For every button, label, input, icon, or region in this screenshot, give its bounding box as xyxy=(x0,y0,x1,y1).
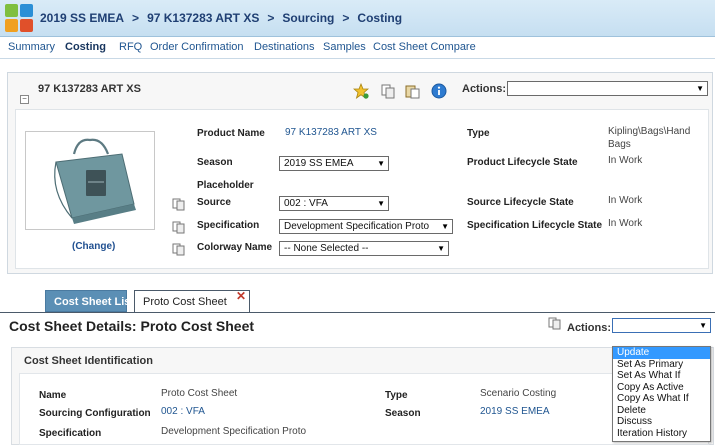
nav-costing[interactable]: Costing xyxy=(65,41,106,53)
specification-label: Specification xyxy=(197,220,260,231)
source-lifecycle-value: In Work xyxy=(608,195,643,206)
source-select[interactable]: 002 : VFA ▼ xyxy=(279,196,389,211)
nav-rfq[interactable]: RFQ xyxy=(119,41,142,53)
change-image-link[interactable]: (Change) xyxy=(72,241,115,252)
cost-sheet-actions-select[interactable]: ▼ xyxy=(612,318,711,333)
copy-source-icon[interactable] xyxy=(172,198,186,211)
menu-item-copy-as-what-if[interactable]: Copy As What If xyxy=(613,393,710,405)
product-name-label: Product Name xyxy=(197,128,265,139)
nav-summary[interactable]: Summary xyxy=(8,41,55,53)
type-label: Type xyxy=(467,128,490,139)
chevron-down-icon: ▼ xyxy=(699,321,707,330)
product-image xyxy=(25,131,155,230)
copy-cost-sheet-icon[interactable] xyxy=(548,317,562,330)
placeholder-label: Placeholder xyxy=(197,180,254,191)
cost-sheet-identification-panel: Cost Sheet Identification xyxy=(11,347,714,445)
menu-item-delete[interactable]: Delete xyxy=(613,405,710,417)
app-logo-icon[interactable] xyxy=(5,4,33,32)
source-lifecycle-label: Source Lifecycle State xyxy=(467,197,574,208)
cost-sheet-actions-label: Actions: xyxy=(567,322,611,334)
app-header: 2019 SS EMEA >97 K137283 ART XS > Sourcing >… xyxy=(0,0,715,37)
copy-icon[interactable] xyxy=(380,83,396,99)
product-title: 97 K137283 ART XS xyxy=(38,83,141,95)
breadcrumb-costing[interactable]: Costing xyxy=(357,11,402,25)
type-value-line2: Bags xyxy=(608,139,631,150)
copy-specification-icon[interactable] xyxy=(172,221,186,234)
colorway-label: Colorway Name xyxy=(197,242,273,253)
section-nav: Summary Costing RFQ Order Confirmation D… xyxy=(0,38,715,59)
cost-sheet-identification-header: Cost Sheet Identification xyxy=(24,355,153,367)
cs-sourcing-link[interactable]: 002 : VFA xyxy=(161,406,205,417)
menu-item-iteration-history[interactable]: Iteration History xyxy=(613,428,710,440)
type-value-line1: Kipling\Bags\Hand xyxy=(608,126,691,137)
menu-item-copy-as-active[interactable]: Copy As Active xyxy=(613,382,710,394)
cs-spec-label: Specification xyxy=(39,428,102,439)
cs-name-value: Proto Cost Sheet xyxy=(161,388,238,399)
season-select[interactable]: 2019 SS EMEA ▼ xyxy=(279,156,389,171)
cs-spec-value: Development Specification Proto xyxy=(161,426,307,437)
paste-icon[interactable] xyxy=(404,83,420,99)
cs-type-value: Scenario Costing xyxy=(480,388,557,399)
close-icon[interactable]: ✕ xyxy=(236,289,246,303)
tab-cost-sheet-list[interactable]: Cost Sheet List xyxy=(45,290,134,312)
copy-colorway-icon[interactable] xyxy=(172,243,186,256)
collapse-icon[interactable]: − xyxy=(20,95,29,104)
nav-cost-sheet-compare[interactable]: Cost Sheet Compare xyxy=(373,41,476,53)
cs-type-label: Type xyxy=(385,390,408,401)
cs-name-label: Name xyxy=(39,390,67,401)
chevron-down-icon: ▼ xyxy=(437,244,445,253)
cs-sourcing-label: Sourcing Configuration xyxy=(39,408,151,419)
breadcrumb-season[interactable]: 2019 SS EMEA xyxy=(40,11,124,25)
menu-item-set-as-what-if[interactable]: Set As What If xyxy=(613,370,710,382)
nav-destinations[interactable]: Destinations xyxy=(254,41,315,53)
chevron-down-icon: ▼ xyxy=(377,199,385,208)
favorite-star-icon[interactable] xyxy=(353,83,369,99)
product-actions-select[interactable]: ▼ xyxy=(507,81,708,96)
source-label: Source xyxy=(197,197,231,208)
nav-samples[interactable]: Samples xyxy=(323,41,366,53)
product-lifecycle-label: Product Lifecycle State xyxy=(467,157,578,168)
breadcrumb: 2019 SS EMEA >97 K137283 ART XS > Sourcing >… xyxy=(40,11,403,25)
specification-lifecycle-label: Specification Lifecycle State xyxy=(467,220,603,231)
info-icon[interactable] xyxy=(431,83,447,99)
tabs-divider xyxy=(0,312,715,313)
menu-item-set-as-primary[interactable]: Set As Primary xyxy=(613,359,710,371)
menu-item-discuss[interactable]: Discuss xyxy=(613,416,710,428)
specification-lifecycle-value: In Work xyxy=(608,218,643,229)
season-label: Season xyxy=(197,157,233,168)
menu-item-update[interactable]: Update xyxy=(613,347,710,359)
tab-proto-cost-sheet-label: Proto Cost Sheet xyxy=(143,296,227,308)
breadcrumb-product[interactable]: 97 K137283 ART XS xyxy=(147,11,259,25)
product-lifecycle-value: In Work xyxy=(608,155,643,166)
specification-select[interactable]: Development Specification Proto ▼ xyxy=(279,219,453,234)
chevron-down-icon: ▼ xyxy=(377,159,385,168)
chevron-down-icon: ▼ xyxy=(696,84,704,93)
chevron-down-icon: ▼ xyxy=(441,222,449,231)
cs-season-label: Season xyxy=(385,408,421,419)
cs-season-link[interactable]: 2019 SS EMEA xyxy=(480,406,549,417)
product-actions-label: Actions: xyxy=(462,83,506,95)
breadcrumb-sourcing[interactable]: Sourcing xyxy=(282,11,334,25)
cost-sheet-title: Cost Sheet Details: Proto Cost Sheet xyxy=(9,318,255,334)
nav-order-confirmation[interactable]: Order Confirmation xyxy=(150,41,244,53)
colorway-select[interactable]: -- None Selected -- ▼ xyxy=(279,241,449,256)
cost-sheet-actions-menu: Update Set As Primary Set As What If Cop… xyxy=(612,346,711,442)
product-name-link[interactable]: 97 K137283 ART XS xyxy=(285,127,377,138)
tab-proto-cost-sheet[interactable]: Proto Cost Sheet ✕ xyxy=(134,289,250,313)
handbag-image xyxy=(54,138,136,224)
